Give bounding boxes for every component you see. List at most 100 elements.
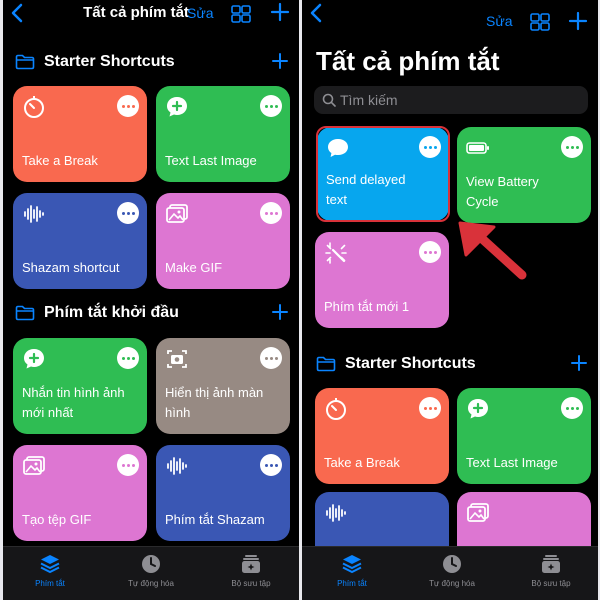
folder-icon <box>15 305 35 321</box>
tab-automation[interactable]: Tự động hóa <box>412 553 492 588</box>
shortcut-tile[interactable]: Nhắn tin hình ảnh mới nhất <box>13 338 147 434</box>
edit-button[interactable]: Sửa <box>187 5 214 21</box>
plus-icon[interactable] <box>271 52 289 70</box>
message-plus-icon <box>468 399 488 419</box>
shortcut-tile[interactable]: Take a Break <box>13 86 147 182</box>
shortcut-tile[interactable]: Phím tắt mới 1 <box>315 232 449 328</box>
shortcut-tile[interactable]: View Battery Cycle <box>457 127 591 223</box>
tile-label: Hiển thị ảnh màn hình <box>165 385 264 420</box>
shortcut-tile[interactable]: Hiển thị ảnh màn hình <box>156 338 290 434</box>
tile-label: Make GIF <box>165 260 223 275</box>
edit-button[interactable]: Sửa <box>486 13 513 29</box>
tab-gallery[interactable]: Bộ sưu tập <box>511 553 591 588</box>
waveform-icon <box>24 205 44 223</box>
message-plus-icon <box>167 97 187 117</box>
section-header-starter: Starter Shortcuts <box>15 50 289 74</box>
waveform-icon <box>326 504 346 522</box>
battery-icon <box>466 142 489 154</box>
more-options-button[interactable] <box>117 95 139 117</box>
folder-icon <box>15 54 35 70</box>
tile-label: Take a Break <box>22 153 98 168</box>
shortcut-tile[interactable]: Text Last Image <box>457 388 591 484</box>
section-header-starter: Starter Shortcuts <box>316 352 588 376</box>
tile-label: Shazam shortcut <box>22 260 120 275</box>
more-options-button[interactable] <box>419 241 441 263</box>
shortcut-tile[interactable]: Shazam shortcut <box>13 193 147 289</box>
camera-viewfinder-icon <box>167 350 187 368</box>
search-field[interactable] <box>314 86 588 114</box>
photos-icon <box>166 204 188 223</box>
clock-icon <box>142 555 160 573</box>
shortcut-tile[interactable]: Take a Break <box>315 388 449 484</box>
gallery-icon <box>242 555 260 573</box>
tile-label: Nhắn tin hình ảnh mới nhất <box>22 385 125 420</box>
left-screen: Tất cả phím tắt Sửa Starter Shortcuts Ta… <box>3 0 299 600</box>
tab-bar: Phím tắt Tự động hóa Bộ sưu tập <box>3 546 299 600</box>
more-options-button[interactable] <box>117 454 139 476</box>
chevron-left-icon[interactable] <box>310 3 322 28</box>
layers-icon <box>40 555 60 574</box>
tab-label: Tự động hóa <box>429 579 475 588</box>
tab-label: Bộ sưu tập <box>231 579 271 588</box>
more-options-button[interactable] <box>260 454 282 476</box>
shortcut-tile[interactable]: Tạo tệp GIF <box>13 445 147 541</box>
section-title: Starter Shortcuts <box>44 53 175 70</box>
gallery-icon <box>542 555 560 573</box>
shortcut-tile[interactable]: Text Last Image <box>156 86 290 182</box>
right-screen: Sửa Tất cả phím tắt Send delayed text Vi… <box>302 0 598 600</box>
navigation-bar: Tất cả phím tắt Sửa <box>3 0 299 30</box>
more-options-button[interactable] <box>419 397 441 419</box>
more-options-button[interactable] <box>260 95 282 117</box>
photos-icon <box>467 503 489 522</box>
plus-icon[interactable] <box>270 2 290 22</box>
tab-bar: Phím tắt Tự động hóa Bộ sưu tập <box>302 546 598 600</box>
search-icon <box>322 93 336 107</box>
more-options-button[interactable] <box>260 202 282 224</box>
folder-icon <box>316 356 336 372</box>
page-title: Tất cả phím tắt <box>316 46 500 76</box>
tab-label: Phím tắt <box>337 579 367 588</box>
grid-icon[interactable] <box>231 5 251 23</box>
search-input[interactable] <box>340 92 560 108</box>
tile-label: Text Last Image <box>466 455 558 470</box>
tab-shortcuts[interactable]: Phím tắt <box>10 553 90 588</box>
plus-icon[interactable] <box>271 303 289 321</box>
plus-icon[interactable] <box>568 11 588 31</box>
tile-label: Tạo tệp GIF <box>22 512 92 527</box>
tab-label: Phím tắt <box>35 579 65 588</box>
grid-icon[interactable] <box>530 13 550 31</box>
shortcut-tile[interactable]: Phím tắt Shazam <box>156 445 290 541</box>
timer-icon <box>24 96 44 118</box>
more-options-button[interactable] <box>561 397 583 419</box>
more-options-button[interactable] <box>260 347 282 369</box>
highlight-box <box>316 126 450 222</box>
layers-icon <box>342 555 362 574</box>
red-arrow-icon <box>458 221 527 280</box>
sparkle-icon <box>325 242 347 264</box>
tile-label: Text Last Image <box>165 153 257 168</box>
plus-icon[interactable] <box>570 354 588 372</box>
tab-label: Bộ sưu tập <box>531 579 571 588</box>
timer-icon <box>326 398 346 420</box>
clock-icon <box>443 555 461 573</box>
more-options-button[interactable] <box>561 136 583 158</box>
photos-icon <box>23 456 45 475</box>
nav-title: Tất cả phím tắt <box>83 4 189 21</box>
message-plus-icon <box>24 349 44 369</box>
section-title: Phím tắt khởi đầu <box>44 304 179 321</box>
tile-label: Take a Break <box>324 455 400 470</box>
more-options-button[interactable] <box>117 202 139 224</box>
more-options-button[interactable] <box>117 347 139 369</box>
tab-gallery[interactable]: Bộ sưu tập <box>211 553 291 588</box>
section-header-khoi-dau: Phím tắt khởi đầu <box>15 301 289 325</box>
tile-label: Phím tắt Shazam <box>165 512 265 527</box>
tab-label: Tự động hóa <box>128 579 174 588</box>
tab-automation[interactable]: Tự động hóa <box>111 553 191 588</box>
tile-label: View Battery Cycle <box>466 174 539 209</box>
waveform-icon <box>167 457 187 475</box>
navigation-bar: Sửa <box>302 0 598 31</box>
tile-label: Phím tắt mới 1 <box>324 299 410 314</box>
section-title: Starter Shortcuts <box>345 355 476 372</box>
tab-shortcuts[interactable]: Phím tắt <box>312 553 392 588</box>
shortcut-tile[interactable]: Make GIF <box>156 193 290 289</box>
